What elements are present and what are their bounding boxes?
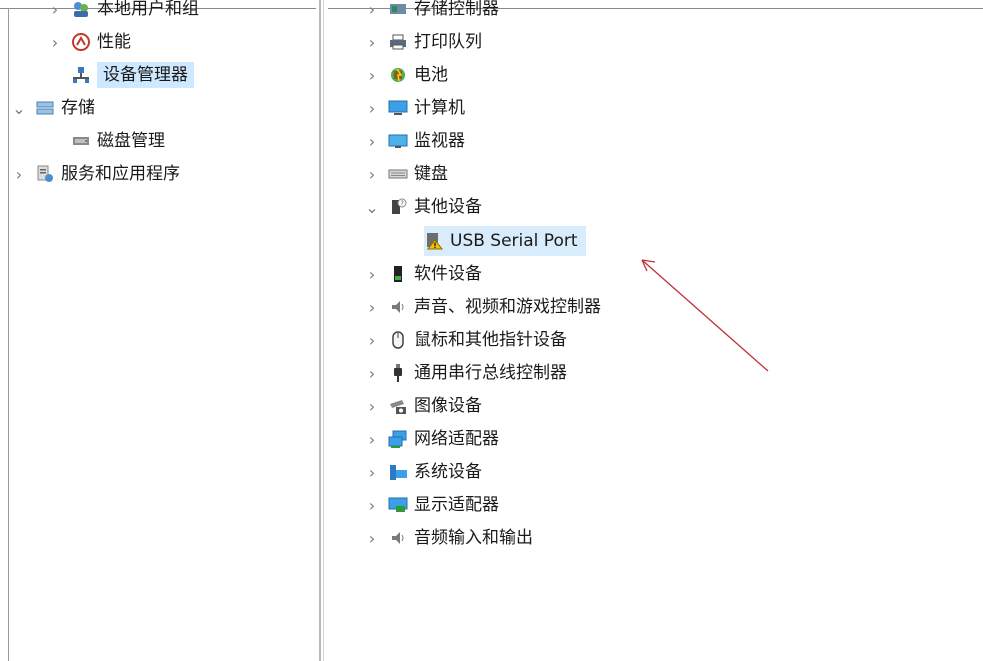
chevron-right-icon[interactable]: › (364, 33, 380, 52)
tree-item-usb-controllers[interactable]: › 通用串行总线控制器 (364, 358, 567, 388)
chevron-right-icon[interactable]: › (364, 397, 380, 416)
chevron-right-icon[interactable]: › (364, 364, 380, 383)
chevron-right-icon[interactable]: › (364, 331, 380, 350)
svg-text:?: ? (400, 200, 404, 208)
performance-icon (71, 32, 91, 52)
tree-item-batteries[interactable]: › 电池 (364, 60, 448, 90)
chevron-right-icon[interactable]: › (364, 430, 380, 449)
tree-item-performance[interactable]: › 性能 (47, 27, 131, 57)
tree-item-usb-serial-port[interactable]: USB Serial Port (424, 226, 586, 256)
chevron-right-icon[interactable]: › (364, 265, 380, 284)
tree-item-label: 计算机 (414, 98, 465, 118)
tree-item-network-adapters[interactable]: › 网络适配器 (364, 424, 499, 454)
network-adapter-icon (388, 429, 408, 449)
device-tree-pane[interactable]: › 存储控制器 › 打印队列 › 电池 › 计算机 › 监视器 › 键盘 ⌄ ?… (328, 0, 983, 661)
chevron-right-icon[interactable]: › (364, 165, 380, 184)
tree-item-label: 通用串行总线控制器 (414, 363, 567, 383)
chevron-down-icon[interactable]: ⌄ (364, 198, 380, 217)
console-tree-pane[interactable]: › 本地用户和组 › 性能 设备管理器 ⌄ 存储 磁盘管理 › 服务和应用程序 (9, 0, 316, 661)
chevron-right-icon[interactable]: › (364, 99, 380, 118)
usb-icon (388, 363, 408, 383)
chevron-right-icon[interactable]: › (364, 529, 380, 548)
tree-item-disk-management[interactable]: 磁盘管理 (71, 126, 165, 156)
tree-item-label: 软件设备 (414, 264, 482, 284)
chevron-right-icon[interactable]: › (364, 66, 380, 85)
tree-item-label: 监视器 (414, 131, 465, 151)
services-icon (35, 164, 55, 184)
tree-item-storage[interactable]: ⌄ 存储 (11, 93, 95, 123)
chevron-right-icon[interactable]: › (47, 33, 63, 52)
tree-item-label: 设备管理器 (97, 62, 194, 88)
speaker-icon (388, 297, 408, 317)
chevron-right-icon[interactable]: › (364, 496, 380, 515)
tree-item-label: 图像设备 (414, 396, 482, 416)
tree-item-label: USB Serial Port (450, 231, 578, 251)
tree-item-print-queues[interactable]: › 打印队列 (364, 27, 482, 57)
display-adapter-icon (388, 495, 408, 515)
tree-item-label: 网络适配器 (414, 429, 499, 449)
chevron-right-icon[interactable]: › (364, 463, 380, 482)
keyboard-icon (388, 164, 408, 184)
users-icon (71, 0, 91, 19)
tree-item-label: 声音、视频和游戏控制器 (414, 297, 601, 317)
tree-item-label: 存储 (61, 98, 95, 118)
battery-icon (388, 65, 408, 85)
unknown-device-icon: ? (388, 197, 408, 217)
storage-icon (35, 98, 55, 118)
tree-item-keyboards[interactable]: › 键盘 (364, 159, 448, 189)
disk-management-icon (71, 131, 91, 151)
warning-device-icon (424, 231, 444, 251)
computer-icon (388, 98, 408, 118)
tree-item-label: 显示适配器 (414, 495, 499, 515)
tree-item-other-devices[interactable]: ⌄ ? 其他设备 (364, 192, 482, 222)
tree-item-label: 系统设备 (414, 462, 482, 482)
tree-item-audio-io[interactable]: › 音频输入和输出 (364, 523, 533, 553)
tree-item-storage-controllers[interactable]: › 存储控制器 (364, 0, 499, 24)
tree-item-label: 性能 (97, 32, 131, 52)
device-manager-icon (71, 65, 91, 85)
camera-icon (388, 396, 408, 416)
storage-controller-icon (388, 0, 408, 19)
tree-item-label: 打印队列 (414, 32, 482, 52)
chevron-right-icon[interactable]: › (364, 298, 380, 317)
tree-item-label: 键盘 (414, 164, 448, 184)
monitor-icon (388, 131, 408, 151)
software-device-icon (388, 264, 408, 284)
tree-item-display-adapters[interactable]: › 显示适配器 (364, 490, 499, 520)
tree-item-label: 其他设备 (414, 197, 482, 217)
tree-item-software-devices[interactable]: › 软件设备 (364, 259, 482, 289)
chevron-right-icon[interactable]: › (364, 0, 380, 19)
speaker-icon (388, 528, 408, 548)
tree-item-device-manager[interactable]: 设备管理器 (71, 60, 194, 90)
tree-item-monitors[interactable]: › 监视器 (364, 126, 465, 156)
tree-item-imaging-devices[interactable]: › 图像设备 (364, 391, 482, 421)
pane-splitter[interactable] (316, 0, 328, 661)
tree-item-label: 本地用户和组 (97, 0, 199, 19)
chevron-down-icon[interactable]: ⌄ (11, 99, 27, 118)
mouse-icon (388, 330, 408, 350)
chevron-right-icon[interactable]: › (11, 165, 27, 184)
tree-item-sound-video-game[interactable]: › 声音、视频和游戏控制器 (364, 292, 601, 322)
tree-item-local-users[interactable]: › 本地用户和组 (47, 0, 199, 24)
tree-item-label: 服务和应用程序 (61, 164, 180, 184)
chevron-right-icon[interactable]: › (47, 0, 63, 19)
tree-item-label: 电池 (414, 65, 448, 85)
tree-item-computer[interactable]: › 计算机 (364, 93, 465, 123)
system-device-icon (388, 462, 408, 482)
printer-icon (388, 32, 408, 52)
tree-item-label: 存储控制器 (414, 0, 499, 19)
tree-item-services-apps[interactable]: › 服务和应用程序 (11, 159, 180, 189)
tree-item-label: 鼠标和其他指针设备 (414, 330, 567, 350)
tree-item-label: 音频输入和输出 (414, 528, 533, 548)
tree-item-mice[interactable]: › 鼠标和其他指针设备 (364, 325, 567, 355)
chevron-right-icon[interactable]: › (364, 132, 380, 151)
tree-item-label: 磁盘管理 (97, 131, 165, 151)
tree-item-system-devices[interactable]: › 系统设备 (364, 457, 482, 487)
